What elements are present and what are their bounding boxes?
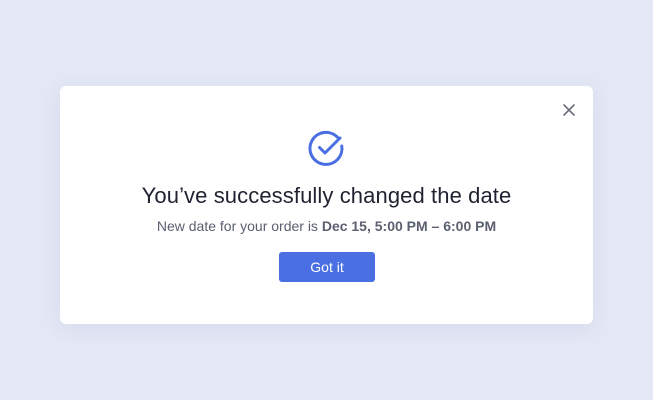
close-icon (563, 104, 575, 116)
dialog-title: You’ve successfully changed the date (141, 183, 512, 208)
close-button[interactable] (559, 100, 579, 120)
dialog-message: New date for your order is Dec 15, 5:00 … (60, 217, 593, 235)
success-dialog: You’ve successfully changed the date New… (60, 86, 593, 324)
check-circle-icon (308, 130, 344, 166)
message-prefix: New date for your order is (156, 218, 322, 234)
new-date-value: Dec 15, 5:00 PM – 6:00 PM (321, 218, 497, 234)
got-it-button[interactable]: Got it (279, 252, 375, 282)
